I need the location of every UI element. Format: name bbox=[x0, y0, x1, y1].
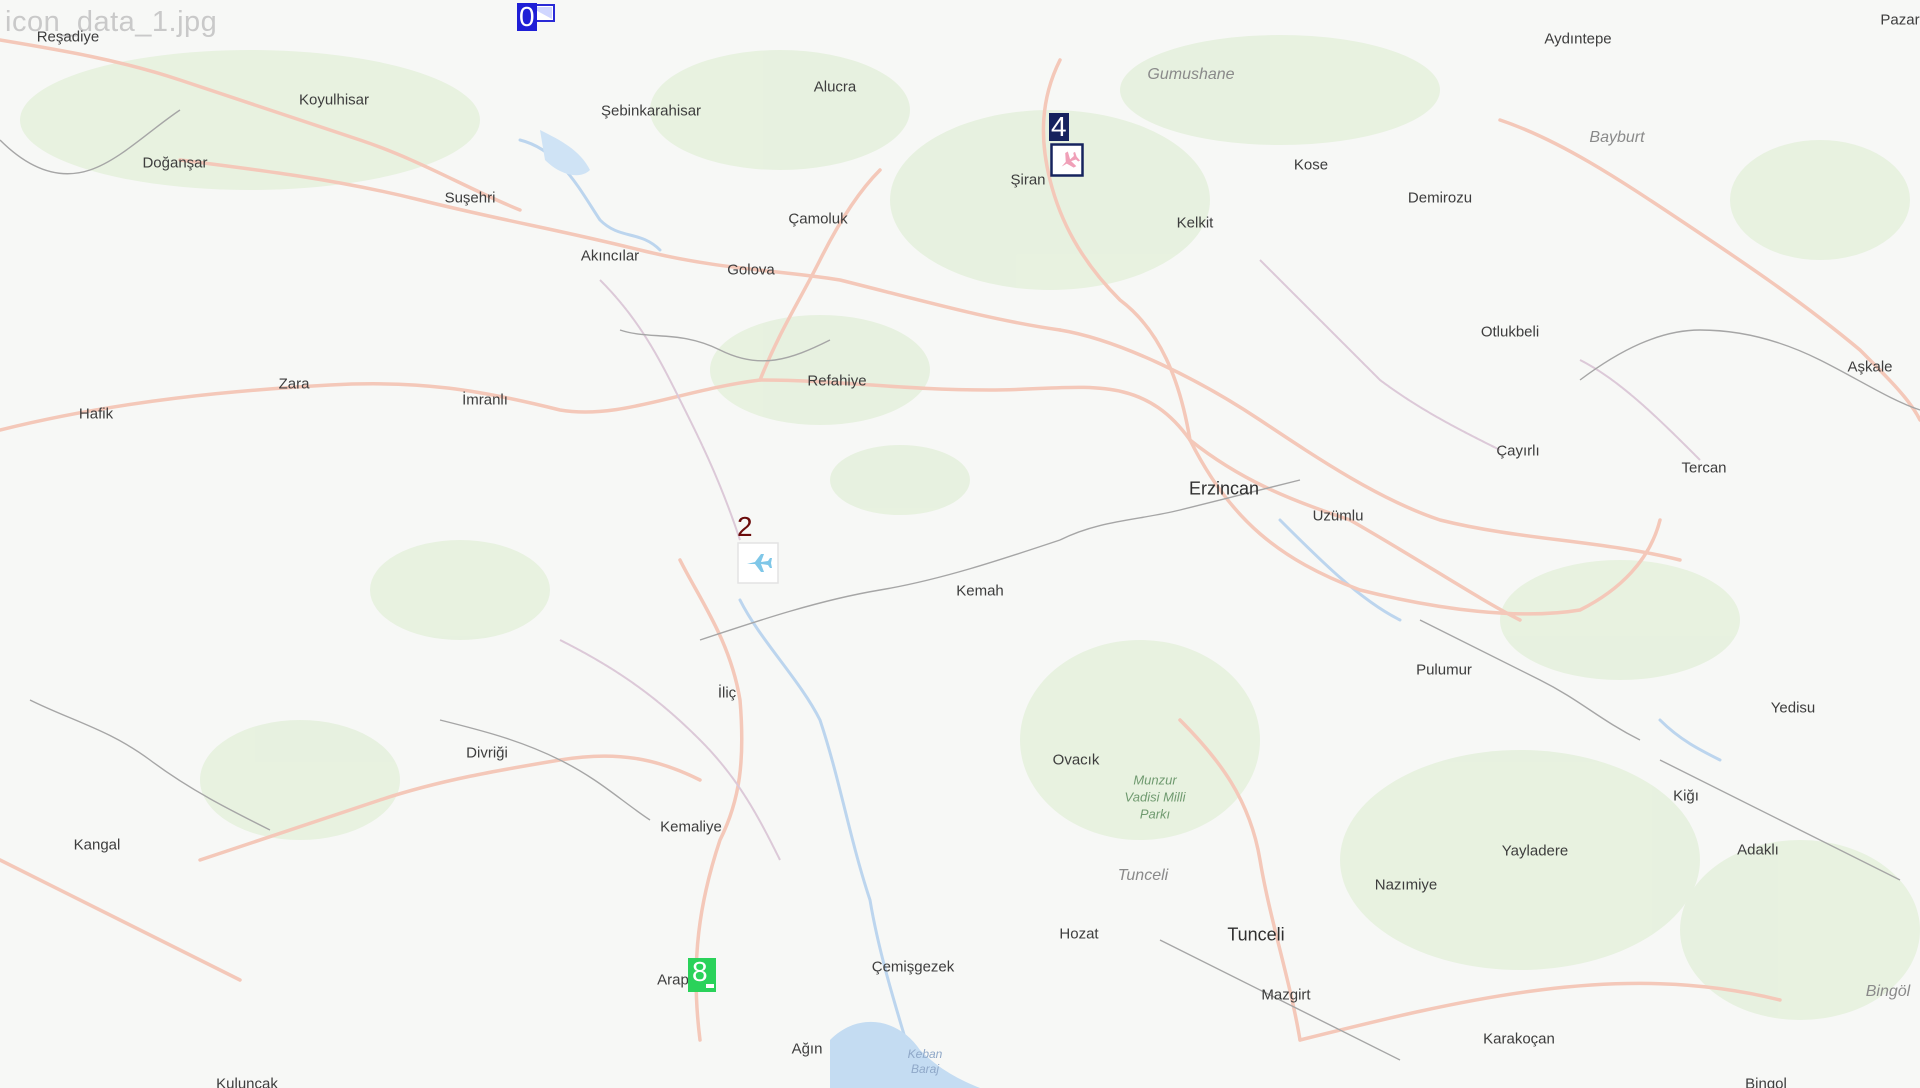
place-label-hafik: Hafik bbox=[78, 405, 114, 423]
place-label-arapgir: Arap bbox=[657, 971, 689, 989]
place-label-kemaliye: Kemaliye bbox=[660, 818, 722, 836]
place-label-golova: Golova bbox=[727, 261, 775, 279]
place-label-cayirli: Çayırlı bbox=[1496, 442, 1540, 460]
region-label-tunceli: Tunceli bbox=[1117, 867, 1169, 884]
place-label-otlukbeli: Otlukbeli bbox=[1480, 323, 1540, 341]
marker-2-box[interactable] bbox=[737, 542, 779, 584]
lake-label-keban: Keban Baraj bbox=[907, 1047, 943, 1076]
region-label-bayburt: Bayburt bbox=[1589, 129, 1645, 146]
map-canvas[interactable]: icon_data_1.jpg Reşadiye Koyulhisar Doğa… bbox=[0, 0, 1920, 1088]
region-label-bingol: Bingöl bbox=[1865, 983, 1911, 1000]
place-label-divrigi: Divriği bbox=[466, 744, 508, 762]
place-label-kigi: Kiğı bbox=[1673, 787, 1699, 805]
place-label-ilic: İliç bbox=[717, 684, 737, 702]
place-label-bingol: Bingol bbox=[1745, 1075, 1787, 1088]
place-label-nazimiye: Nazımiye bbox=[1374, 876, 1438, 894]
place-label-hozat: Hozat bbox=[1059, 925, 1099, 943]
park-label-munzur: Munzur Vadisi Milli Parkı bbox=[1124, 772, 1186, 822]
place-label-sebinkarahisar: Şebinkarahisar bbox=[600, 102, 702, 120]
place-label-uzumlu: Uzümlu bbox=[1312, 507, 1364, 525]
place-label-siran: Şiran bbox=[1010, 171, 1046, 189]
place-label-kelkit: Kelkit bbox=[1176, 214, 1214, 232]
place-label-pulumur: Pulumur bbox=[1416, 661, 1472, 679]
place-label-tercan: Tercan bbox=[1681, 459, 1727, 477]
place-label-kose: Kose bbox=[1293, 156, 1329, 174]
place-label-camoluk: Çamoluk bbox=[788, 210, 848, 228]
place-label-cemisgezek: Çemişgezek bbox=[871, 958, 955, 976]
place-label-dogansar: Doğanşar bbox=[142, 154, 208, 172]
place-label-alucra: Alucra bbox=[813, 78, 857, 96]
place-label-askale: Aşkale bbox=[1847, 358, 1893, 376]
marker-4-box[interactable] bbox=[1050, 143, 1084, 177]
place-label-demirozu: Demirozu bbox=[1407, 189, 1473, 207]
place-label-imranli: İmranlı bbox=[462, 391, 508, 409]
place-label-koyulhisar: Koyulhisar bbox=[298, 91, 370, 109]
marker-4-label: 4 bbox=[1049, 111, 1069, 142]
region-label-gumushane: Gumushane bbox=[1147, 66, 1235, 83]
marker-2-label: 2 bbox=[737, 511, 753, 542]
place-label-refahiye: Refahiye bbox=[807, 372, 867, 390]
place-label-mazgirt: Mazgirt bbox=[1261, 986, 1311, 1004]
place-label-karakocan: Karakoçan bbox=[1483, 1030, 1555, 1048]
airport-icon bbox=[1050, 143, 1084, 177]
place-label-aydintepe: Aydıntepe bbox=[1544, 30, 1612, 48]
place-label-resadiye: Reşadiye bbox=[36, 28, 100, 46]
place-label-kulancak: Kuluncak bbox=[216, 1075, 278, 1088]
place-label-kangal: Kangal bbox=[73, 836, 121, 854]
marker-8-label: 8 bbox=[692, 956, 708, 987]
place-label-kemah: Kemah bbox=[956, 582, 1004, 600]
city-label-tunceli: Tunceli bbox=[1227, 924, 1285, 945]
place-label-agin: Ağın bbox=[791, 1040, 823, 1058]
city-label-erzincan: Erzincan bbox=[1188, 478, 1260, 499]
place-label-yayladere: Yayladere bbox=[1501, 842, 1569, 860]
place-label-zara: Zara bbox=[278, 375, 310, 393]
place-label-yedisu: Yedisu bbox=[1770, 699, 1816, 717]
place-label-susehri: Suşehri bbox=[444, 189, 496, 207]
marker-0-label: 0 bbox=[517, 1, 537, 32]
place-label-akincilar: Akıncılar bbox=[580, 247, 640, 265]
airplane-icon bbox=[737, 542, 779, 584]
place-label-pazar: Pazar bbox=[1880, 11, 1920, 29]
map-basemap bbox=[0, 0, 1920, 1088]
place-label-adakli: Adaklı bbox=[1737, 841, 1779, 859]
place-label-ovacik: Ovacık bbox=[1052, 751, 1100, 769]
